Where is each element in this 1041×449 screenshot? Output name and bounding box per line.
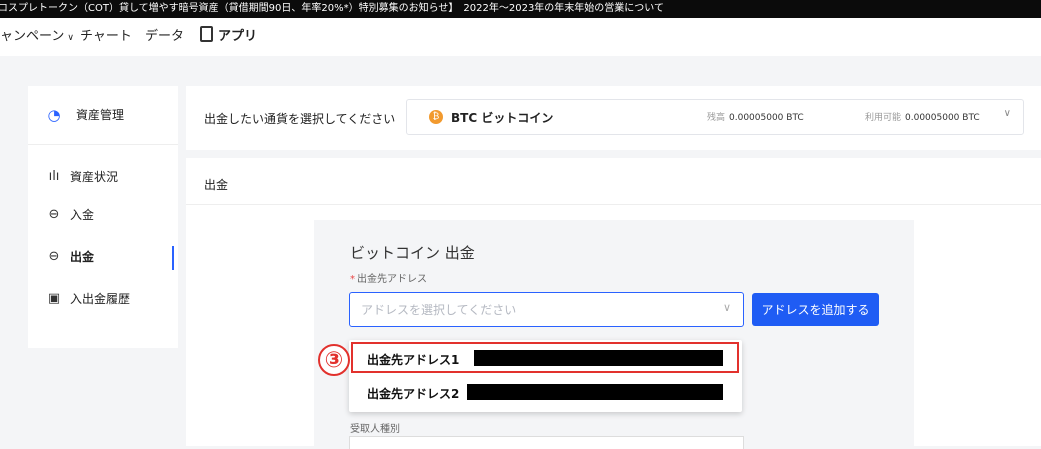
address-select[interactable]: アドレスを選択してください ∨ [349, 292, 744, 327]
bar-chart-icon: ılı [48, 169, 60, 184]
phone-icon [200, 26, 213, 42]
address-placeholder: アドレスを選択してください [361, 303, 517, 317]
balance: 残高 0.00005000 BTC [707, 113, 804, 123]
redacted-address [467, 384, 723, 400]
history-icon: ▣ [47, 291, 61, 306]
currency-select[interactable]: ₿ BTC ビットコイン 残高 0.00005000 BTC 利用可能 0.0000… [406, 99, 1024, 135]
withdraw-panel: 出金 ビットコイン 出金 * 出金先アドレス アドレスを選択してください ∨ アド… [186, 158, 1041, 449]
chevron-down-icon: ∨ [67, 33, 74, 43]
announcement-ticker[interactable]: コスプレトークン（COT）貸して増やす暗号資産（貸借期間90日、年率20%*）特… [0, 0, 1041, 18]
divider [186, 204, 1041, 205]
required-mark: * [350, 274, 355, 285]
deposit-arrow-icon: ⊖ [48, 207, 60, 222]
receiver-type-label: 受取人種別 [350, 424, 400, 435]
chevron-down-icon: ∨ [722, 301, 731, 314]
step-number-badge: ③ [318, 344, 350, 376]
withdraw-form: ビットコイン 出金 * 出金先アドレス アドレスを選択してください ∨ アドレスを… [314, 220, 914, 449]
top-navigation: ャンペーン ∨ チャート データ アプリ [0, 18, 1041, 56]
sidebar: ◔ 資産管理 ılı 資産状況 ⊖ 入金 ⊖ 出金 ▣ 入出金履歴 [28, 86, 178, 348]
nav-item-app[interactable]: アプリ [200, 18, 257, 56]
sidebar-item-history[interactable]: ▣ 入出金履歴 [28, 282, 178, 316]
ticker-text[interactable]: コスプレトークン（COT）貸して増やす暗号資産（貸借期間90日、年率20%*）特… [0, 3, 664, 14]
annotation-highlight-box [351, 342, 739, 373]
form-title: ビットコイン 出金 [350, 244, 475, 262]
sidebar-item-assets[interactable]: ılı 資産状況 [28, 160, 178, 194]
chevron-down-icon: ∨ [1003, 108, 1011, 119]
withdraw-arrow-icon: ⊖ [48, 249, 60, 264]
address-option-2[interactable]: 出金先アドレス2 [349, 377, 742, 407]
sidebar-header-row: ◔ 資産管理 [28, 98, 178, 132]
nav-item-campaign[interactable]: ャンペーン ∨ [0, 18, 74, 57]
withdraw-header: 出金 [204, 178, 229, 192]
nav-item-data[interactable]: データ [145, 18, 184, 56]
available-balance: 利用可能 0.00005000 BTC [865, 113, 980, 123]
pie-chart-icon: ◔ [47, 106, 61, 124]
currency-label: 出金したい通貨を選択してください [204, 112, 396, 126]
bitcoin-icon: ₿ [429, 110, 443, 124]
receiver-type-select[interactable] [349, 436, 744, 449]
add-address-button[interactable]: アドレスを追加する [752, 293, 879, 326]
address-dropdown: 出金先アドレス1 出金先アドレス2 [349, 340, 742, 412]
sidebar-item-withdraw[interactable]: ⊖ 出金 [28, 240, 178, 274]
sidebar-header: ◔ 資産管理 [28, 86, 178, 145]
currency-selected: BTC ビットコイン [451, 111, 554, 125]
address-label: * 出金先アドレス [350, 274, 427, 285]
sidebar-header-label: 資産管理 [76, 108, 125, 122]
sidebar-item-deposit[interactable]: ⊖ 入金 [28, 198, 178, 232]
currency-panel: 出金したい通貨を選択してください ₿ BTC ビットコイン 残高 0.000050… [186, 86, 1041, 150]
nav-item-chart[interactable]: チャート [80, 18, 132, 56]
